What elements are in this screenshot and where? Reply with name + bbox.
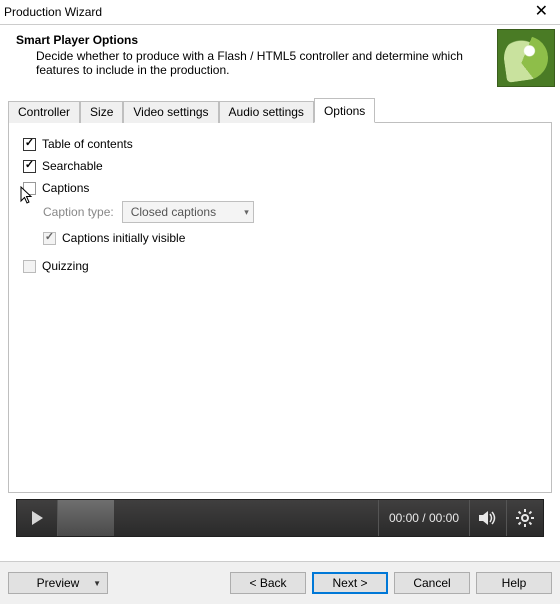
gear-icon [516, 509, 534, 527]
tabbar: Controller Size Video settings Audio set… [8, 97, 552, 122]
tab-controller[interactable]: Controller [8, 101, 80, 123]
caption-type-row: Caption type: Closed captions ▾ [43, 201, 535, 223]
option-quizzing[interactable]: Quizzing [23, 259, 535, 273]
dropdown-caption-type[interactable]: Closed captions ▾ [122, 201, 254, 223]
player-track[interactable] [58, 500, 379, 536]
option-captions-initially-visible[interactable]: Captions initially visible [43, 231, 535, 245]
label-captions: Captions [42, 181, 89, 195]
next-button[interactable]: Next > [312, 572, 388, 594]
label-captions-initially-visible: Captions initially visible [62, 231, 185, 245]
preview-button-label: Preview [37, 576, 80, 590]
player-progress [58, 500, 114, 536]
cancel-button[interactable]: Cancel [394, 572, 470, 594]
tab-size[interactable]: Size [80, 101, 123, 123]
tab-video-settings[interactable]: Video settings [123, 101, 218, 123]
checkbox-captions[interactable] [23, 182, 36, 195]
checkbox-captions-initially-visible[interactable] [43, 232, 56, 245]
chevron-down-icon: ▼ [93, 579, 101, 588]
play-button[interactable] [17, 500, 58, 536]
dropdown-caption-type-value: Closed captions [131, 205, 216, 219]
chevron-down-icon: ▾ [244, 207, 249, 218]
window-title: Production Wizard [4, 5, 102, 19]
player-time: 00:00 / 00:00 [379, 500, 470, 536]
footer: Preview ▼ < Back Next > Cancel Help [0, 561, 560, 604]
player-preview: 00:00 / 00:00 [16, 499, 544, 537]
header: Smart Player Options Decide whether to p… [0, 25, 560, 91]
tab-audio-settings[interactable]: Audio settings [219, 101, 314, 123]
volume-button[interactable] [470, 500, 507, 536]
app-logo-icon [497, 29, 555, 87]
close-icon[interactable]: ✕ [529, 4, 554, 20]
settings-button[interactable] [507, 500, 543, 536]
tab-options[interactable]: Options [314, 98, 375, 123]
option-captions[interactable]: Captions [23, 181, 535, 195]
checkbox-table-of-contents[interactable] [23, 138, 36, 151]
label-quizzing: Quizzing [42, 259, 89, 273]
help-button[interactable]: Help [476, 572, 552, 594]
option-table-of-contents[interactable]: Table of contents [23, 137, 535, 151]
checkbox-quizzing[interactable] [23, 260, 36, 273]
volume-icon [478, 510, 498, 526]
label-caption-type: Caption type: [43, 205, 114, 219]
option-searchable[interactable]: Searchable [23, 159, 535, 173]
label-searchable: Searchable [42, 159, 103, 173]
back-button[interactable]: < Back [230, 572, 306, 594]
play-icon [30, 510, 44, 526]
header-subtext: Decide whether to produce with a Flash /… [16, 47, 466, 77]
preview-button[interactable]: Preview ▼ [8, 572, 108, 594]
options-panel: Table of contents Searchable Captions Ca… [8, 122, 552, 493]
titlebar: Production Wizard ✕ [0, 0, 560, 25]
header-heading: Smart Player Options [16, 33, 497, 47]
checkbox-searchable[interactable] [23, 160, 36, 173]
label-table-of-contents: Table of contents [42, 137, 133, 151]
